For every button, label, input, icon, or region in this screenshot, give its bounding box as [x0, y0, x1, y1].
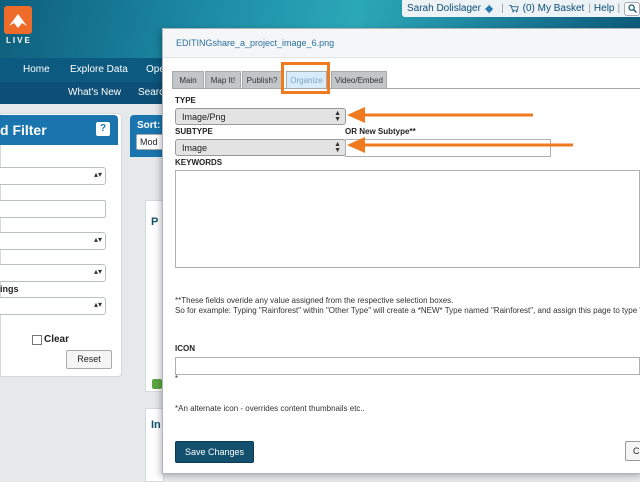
clear-checkbox[interactable]	[32, 335, 42, 345]
tab-map-it[interactable]: Map It!	[205, 71, 241, 89]
basket-link[interactable]: (0) My Basket	[523, 3, 585, 14]
type-select[interactable]: Image/Png ▲ ▼	[175, 108, 346, 125]
keywords-textarea[interactable]	[175, 170, 640, 268]
tab-divider	[172, 88, 640, 89]
help-link[interactable]: Help	[594, 3, 615, 14]
sort-header: Sort: Mod	[130, 115, 171, 157]
basket-icon[interactable]	[508, 3, 519, 14]
modal-title: EDITINGshare_a_project_image_6.png	[176, 38, 335, 48]
select-arrow-icon: ▲ ▼	[334, 110, 341, 123]
icon-label: ICON	[175, 344, 195, 353]
filter-select-4[interactable]: ▴▾	[0, 297, 106, 315]
divider: |	[617, 3, 621, 14]
site-logo-icon[interactable]	[4, 6, 32, 34]
filter-select-3[interactable]: ▴▾	[0, 264, 106, 282]
subtype-select-value: Image	[182, 142, 208, 153]
select-arrow-icon: ▴▾	[93, 170, 102, 179]
override-note-line2: So for example: Typing "Rainforest" with…	[175, 306, 640, 315]
filter-partial-label: ings	[0, 284, 19, 294]
card-status-icon	[152, 379, 162, 389]
select-arrow-icon: ▴▾	[93, 300, 102, 309]
type-label: TYPE	[175, 96, 196, 105]
user-bar: Sarah Dolislager | (0) My Basket | Help …	[402, 0, 640, 17]
divider: |	[501, 3, 504, 14]
nav-search[interactable]: Searc	[138, 87, 164, 98]
nav-whats-new[interactable]: What's New	[68, 87, 121, 98]
tab-main[interactable]: Main	[172, 71, 204, 89]
filter-title: d Filter	[0, 122, 47, 138]
filter-input[interactable]	[0, 200, 106, 218]
cancel-button[interactable]: C	[625, 441, 640, 461]
annotation-arrow-icon	[347, 107, 533, 123]
select-arrow-icon: ▴▾	[93, 235, 102, 244]
keywords-label: KEYWORDS	[175, 158, 223, 167]
result-card-title: In	[151, 419, 161, 431]
tab-publish[interactable]: Publish?	[242, 71, 282, 89]
icon-asterisk: *	[175, 374, 179, 383]
gear-icon[interactable]	[484, 3, 494, 15]
type-select-value: Image/Png	[182, 111, 226, 122]
select-arrow-icon: ▴▾	[93, 267, 102, 276]
nav-explore-data[interactable]: Explore Data	[70, 64, 128, 75]
organize-tab-highlight	[281, 62, 330, 94]
result-card-title: P	[151, 216, 159, 228]
filter-help-button[interactable]: ?	[96, 122, 110, 136]
icon-input[interactable]	[175, 357, 640, 375]
annotation-arrow-icon	[347, 137, 573, 153]
icon-note: *An alternate icon - overrides content t…	[175, 404, 365, 413]
filter-select-2[interactable]: ▴▾	[0, 232, 106, 250]
filter-select-1[interactable]: ▴▾	[0, 167, 106, 185]
divider: |	[588, 3, 591, 14]
user-name-link[interactable]: Sarah Dolislager	[407, 3, 481, 14]
nav-home[interactable]: Home	[23, 64, 50, 75]
reset-button[interactable]: Reset	[66, 350, 112, 369]
filter-header: d Filter ?	[0, 115, 118, 145]
sort-title: Sort:	[137, 120, 161, 131]
tab-video-embed[interactable]: Video/Embed	[331, 71, 387, 89]
clear-label: Clear	[44, 334, 70, 345]
search-box[interactable]	[624, 1, 640, 16]
subtype-label: SUBTYPE	[175, 127, 213, 136]
override-note-line1: **These fields overide any value assigne…	[175, 296, 454, 305]
save-changes-button[interactable]: Save Changes	[175, 441, 254, 463]
subtype-select[interactable]: Image ▲ ▼	[175, 139, 346, 156]
logo-text: LIVE	[6, 36, 32, 45]
select-arrow-icon: ▲ ▼	[334, 141, 341, 154]
search-icon	[628, 3, 638, 13]
